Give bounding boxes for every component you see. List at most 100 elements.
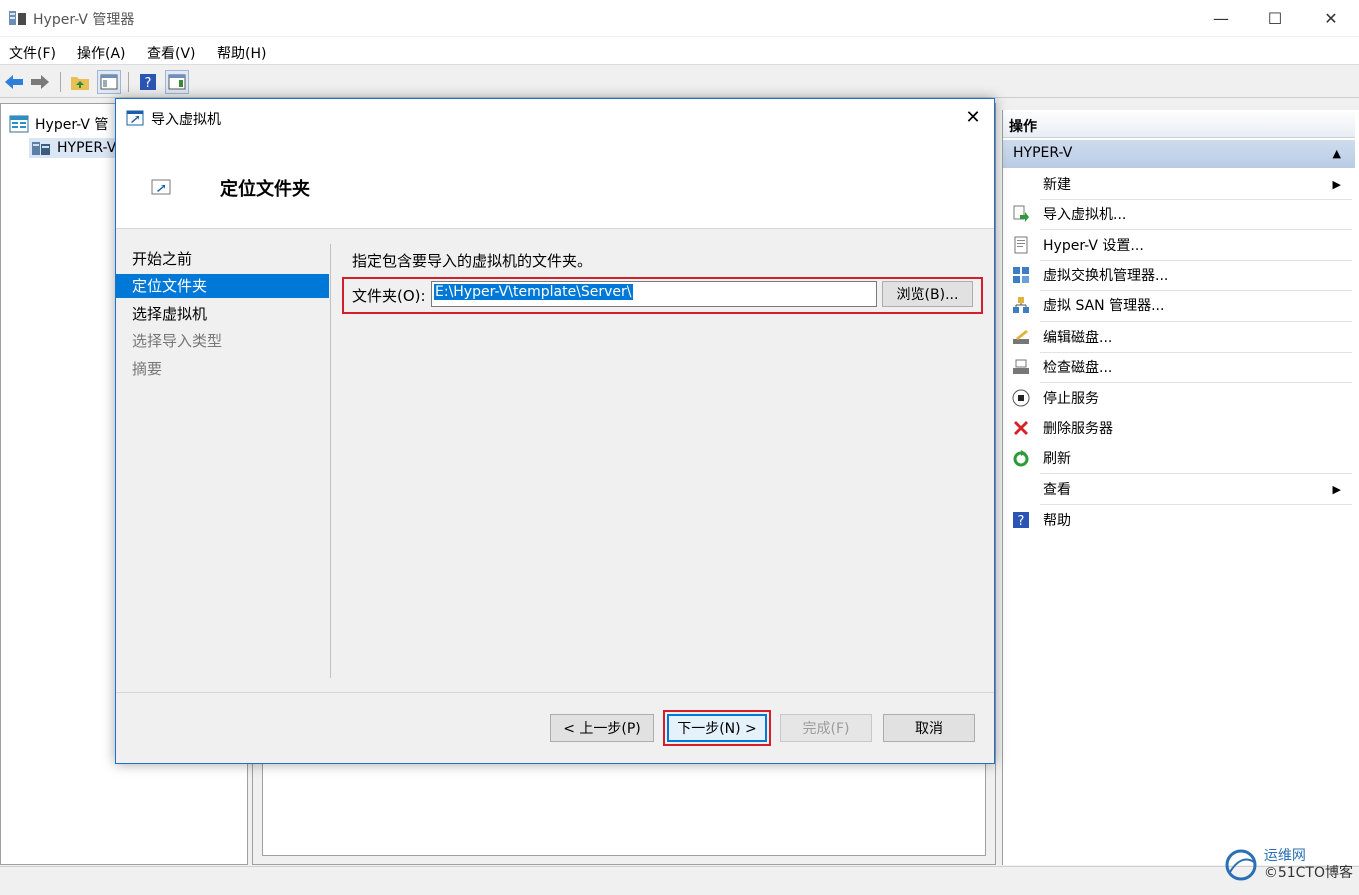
forward-arrow-icon <box>31 75 49 89</box>
footer-divider <box>116 692 994 693</box>
action-label: 检查磁盘... <box>1043 360 1113 376</box>
san-manager-icon <box>1011 295 1031 315</box>
switch-manager-icon <box>1011 265 1031 285</box>
toolbar: ? <box>0 66 1359 98</box>
action-pane-icon <box>168 74 186 90</box>
action-stop-service[interactable]: 停止服务 <box>1003 383 1355 413</box>
server-icon <box>32 142 50 155</box>
tree-root-item[interactable]: Hyper-V 管 <box>9 114 108 134</box>
action-refresh[interactable]: 刷新 <box>1003 443 1355 473</box>
status-bar <box>0 866 1359 895</box>
hyperv-manager-icon <box>9 115 29 133</box>
watermark-line2: ©51CTO博客 <box>1263 865 1353 881</box>
dialog-heading: 定位文件夹 <box>220 179 310 200</box>
menu-bar: 文件(F) 操作(A) 查看(V) 帮助(H) <box>0 37 1359 65</box>
maximize-button[interactable]: ☐ <box>1252 0 1298 36</box>
cancel-button[interactable]: 取消 <box>883 714 975 742</box>
action-view[interactable]: 查看 ▶ <box>1003 474 1355 504</box>
svg-text:?: ? <box>145 76 152 91</box>
action-delete-server[interactable]: 删除服务器 <box>1003 413 1355 443</box>
menu-help[interactable]: 帮助(H) <box>217 43 266 63</box>
finish-button: 完成(F) <box>780 714 872 742</box>
details-panel <box>262 760 986 856</box>
back-arrow-icon <box>5 75 23 89</box>
action-hyperv-settings[interactable]: Hyper-V 设置... <box>1003 230 1355 260</box>
show-hide-action-pane-button[interactable] <box>165 70 189 94</box>
nav-divider <box>330 244 331 678</box>
help-icon: ? <box>140 74 156 91</box>
actions-section-hyperv[interactable]: HYPER-V ▲ <box>1003 140 1355 168</box>
import-vm-icon <box>151 179 171 195</box>
watermark-line1: 运维网 <box>1263 848 1306 864</box>
action-label: 帮助 <box>1043 513 1071 529</box>
hyperv-manager-icon <box>8 9 28 27</box>
minimize-button[interactable]: — <box>1198 0 1244 36</box>
window-title: Hyper-V 管理器 <box>33 12 135 28</box>
action-label: 查看 <box>1043 482 1071 498</box>
watermark-logo-icon <box>1225 849 1257 881</box>
edit-disk-icon <box>1011 327 1031 347</box>
help-toolbar-button[interactable]: ? <box>136 70 160 94</box>
close-icon: ✕ <box>1324 8 1338 28</box>
inspect-disk-icon <box>1011 357 1031 377</box>
action-switch-manager[interactable]: 虚拟交换机管理器... <box>1003 260 1355 290</box>
forward-button[interactable] <box>28 70 52 94</box>
action-label: 编辑磁盘... <box>1043 330 1113 346</box>
action-label: 新建 <box>1043 177 1071 193</box>
folder-up-icon <box>71 77 89 90</box>
browse-button[interactable]: 浏览(B)... <box>882 281 973 307</box>
minimize-icon: — <box>1213 8 1229 28</box>
instruction-text: 指定包含要导入的虚拟机的文件夹。 <box>352 252 593 270</box>
refresh-icon <box>1011 448 1031 468</box>
action-label: 删除服务器 <box>1043 421 1113 437</box>
show-hide-console-tree-button[interactable] <box>97 70 121 94</box>
action-label: 导入虚拟机... <box>1043 207 1127 223</box>
settings-doc-icon <box>1011 235 1031 255</box>
action-import-vm[interactable]: 导入虚拟机... <box>1003 199 1355 229</box>
stop-icon <box>1011 388 1031 408</box>
menu-action[interactable]: 操作(A) <box>77 43 126 63</box>
folder-label: 文件夹(O): <box>352 287 426 305</box>
nav-select-vm[interactable]: 选择虚拟机 <box>116 302 329 326</box>
nav-summary: 摘要 <box>132 360 163 378</box>
action-label: Hyper-V 设置... <box>1043 238 1144 254</box>
collapse-up-icon: ▲ <box>1332 147 1341 160</box>
action-inspect-disk[interactable]: 检查磁盘... <box>1003 352 1355 382</box>
actions-section-label: HYPER-V <box>1013 145 1073 161</box>
maximize-icon: ☐ <box>1267 8 1283 28</box>
action-label: 虚拟 SAN 管理器... <box>1043 298 1165 314</box>
console-tree-icon <box>100 74 118 90</box>
action-new[interactable]: 新建 ▶ <box>1003 169 1355 199</box>
folder-up-button[interactable] <box>68 70 92 94</box>
close-window-button[interactable]: ✕ <box>1308 0 1354 36</box>
import-vm-icon <box>126 110 144 126</box>
delete-icon <box>1011 418 1031 438</box>
folder-path-input[interactable]: E:\Hyper-V\template\Server\ <box>431 281 877 307</box>
folder-path-value: E:\Hyper-V\template\Server\ <box>434 284 633 300</box>
submenu-arrow-icon: ▶ <box>1332 177 1341 191</box>
nav-locate-folder[interactable]: 定位文件夹 <box>116 274 329 298</box>
menu-file[interactable]: 文件(F) <box>9 43 56 63</box>
dialog-close-button[interactable]: ✕ <box>961 105 985 129</box>
import-vm-icon <box>1011 204 1031 224</box>
menu-view[interactable]: 查看(V) <box>147 43 196 63</box>
action-label: 虚拟交换机管理器... <box>1043 268 1169 284</box>
tree-root-label: Hyper-V 管 <box>35 117 109 133</box>
tree-server-item[interactable]: HYPER-V <box>29 138 121 158</box>
dialog-title: 导入虚拟机 <box>151 112 221 128</box>
action-san-manager[interactable]: 虚拟 SAN 管理器... <box>1003 290 1355 320</box>
nav-before-you-begin[interactable]: 开始之前 <box>116 247 329 271</box>
svg-text:?: ? <box>1018 514 1025 529</box>
watermark: 运维网 ©51CTO博客 <box>1224 848 1353 882</box>
action-help[interactable]: ? 帮助 <box>1003 505 1355 535</box>
tree-server-label: HYPER-V <box>57 140 117 156</box>
back-button[interactable] <box>2 70 26 94</box>
previous-button[interactable]: < 上一步(P) <box>550 714 654 742</box>
dialog-titlebar <box>116 99 994 135</box>
action-edit-disk[interactable]: 编辑磁盘... <box>1003 322 1355 352</box>
action-label: 刷新 <box>1043 451 1071 467</box>
next-button[interactable]: 下一步(N) > <box>667 714 767 742</box>
window-titlebar: Hyper-V 管理器 — ☐ ✕ <box>0 0 1359 36</box>
import-vm-dialog: 导入虚拟机 ✕ 定位文件夹 开始之前 定位文件夹 选择虚拟机 选择导入类型 摘要… <box>115 98 995 764</box>
action-label: 停止服务 <box>1043 391 1099 407</box>
